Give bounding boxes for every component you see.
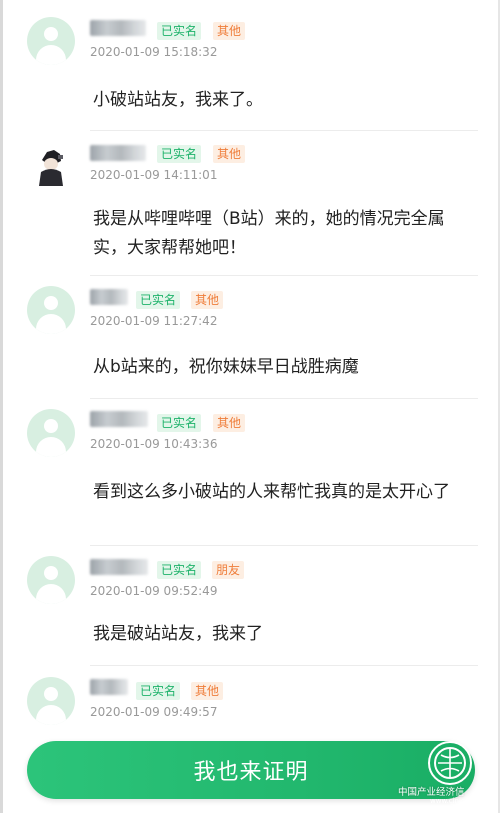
divider	[90, 665, 478, 666]
user-name-blurred	[90, 559, 148, 575]
relation-badge: 其他	[213, 414, 246, 432]
verified-badge: 已实名	[157, 145, 202, 163]
watermark-url: www.cinic	[430, 797, 465, 805]
user-name-blurred	[90, 679, 128, 695]
prove-button-label: 我也来证明	[193, 760, 309, 785]
relation-badge: 其他	[213, 22, 246, 40]
verified-badge: 已实名	[136, 291, 181, 309]
user-name-blurred	[90, 289, 128, 305]
avatar-placeholder-icon[interactable]	[27, 17, 75, 65]
relation-badge: 其他	[213, 145, 246, 163]
watermark-text: 中国产业经济信	[398, 787, 465, 798]
verified-badge: 已实名	[157, 561, 202, 579]
avatar-placeholder-icon[interactable]	[27, 409, 75, 457]
avatar-placeholder-icon[interactable]	[27, 556, 75, 604]
user-name-blurred	[90, 411, 148, 427]
comment-message: 我是从哔哩哔哩（B站）来的，她的情况完全属实，大家帮帮她吧！	[93, 209, 445, 258]
comment-message: 我是破站站友，我来了	[93, 624, 263, 644]
comment-time: 2020-01-09 09:52:49	[90, 584, 218, 598]
relation-badge: 其他	[191, 682, 224, 700]
relation-badge: 其他	[191, 291, 224, 309]
comment-time: 2020-01-09 10:43:36	[90, 437, 218, 451]
globe-icon	[434, 747, 466, 779]
divider	[90, 398, 478, 399]
comment-message: 看到这么多小破站的人来帮忙我真的是太开心了	[93, 482, 450, 502]
verified-badge: 已实名	[136, 682, 181, 700]
avatar-placeholder-icon[interactable]	[27, 286, 75, 334]
watermark-logo-icon	[428, 741, 472, 785]
verified-badge: 已实名	[157, 22, 202, 40]
verified-badge: 已实名	[157, 414, 202, 432]
comment-time: 2020-01-09 11:27:42	[90, 314, 218, 328]
anime-character-icon	[27, 142, 75, 190]
avatar-placeholder-icon[interactable]	[27, 677, 75, 725]
comment-message: 小破站站友，我来了。	[93, 90, 263, 110]
divider	[90, 545, 478, 546]
user-name-blurred	[90, 145, 146, 161]
user-name-blurred	[90, 20, 146, 36]
divider	[90, 130, 478, 131]
left-border	[0, 0, 3, 813]
avatar-photo-icon[interactable]	[27, 142, 75, 190]
comment-time: 2020-01-09 15:18:32	[90, 45, 218, 59]
comment-time: 2020-01-09 09:49:57	[90, 705, 218, 719]
comment-time: 2020-01-09 14:11:01	[90, 168, 218, 182]
relation-badge: 朋友	[212, 561, 245, 579]
comment-message: 从b站来的，祝你妹妹早日战胜病魔	[93, 357, 359, 377]
divider	[90, 275, 478, 276]
